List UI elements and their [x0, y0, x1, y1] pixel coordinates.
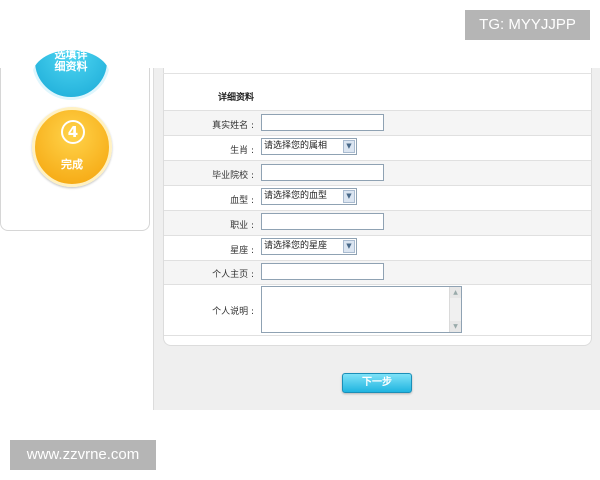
- step-3-badge: 选填详 细资料: [32, 50, 110, 102]
- blood-type-selected: 请选择您的血型: [264, 191, 328, 201]
- label-constellation: 星座: [164, 243, 254, 256]
- arrow-down-icon[interactable]: ▼: [450, 321, 461, 332]
- chevron-down-icon[interactable]: ▼: [343, 190, 355, 203]
- step-4-badge: 4 完成: [32, 107, 112, 187]
- label-real-name: 真实姓名: [164, 118, 254, 131]
- row-constellation: 星座: [164, 235, 591, 260]
- row-blood-type: 血型: [164, 185, 591, 210]
- constellation-selected: 请选择您的星座: [264, 241, 328, 251]
- label-bio: 个人说明: [164, 304, 254, 317]
- section-title: 详细资料: [218, 93, 255, 103]
- school-input[interactable]: [261, 164, 384, 181]
- arrow-up-icon[interactable]: ▲: [450, 287, 461, 298]
- constellation-select[interactable]: 请选择您的星座 ▼: [261, 238, 357, 255]
- watermark-bottom: www.zzvrne.com: [10, 440, 156, 470]
- watermark-top: TG: MYYJJPP: [465, 10, 590, 40]
- zodiac-select[interactable]: 请选择您的属相 ▼: [261, 138, 357, 155]
- step-4-label: 完成: [61, 158, 83, 171]
- chevron-down-icon[interactable]: ▼: [343, 140, 355, 153]
- bio-textarea[interactable]: ▲ ▼: [261, 286, 462, 333]
- zodiac-selected: 请选择您的属相: [264, 141, 328, 151]
- real-name-input[interactable]: [261, 114, 384, 131]
- label-blood-type: 血型: [164, 193, 254, 206]
- next-step-button[interactable]: 下一步: [342, 373, 412, 393]
- textarea-scrollbar[interactable]: ▲ ▼: [449, 287, 461, 332]
- label-zodiac: 生肖: [164, 143, 254, 156]
- label-occupation: 职业: [164, 218, 254, 231]
- blood-type-select[interactable]: 请选择您的血型 ▼: [261, 188, 357, 205]
- occupation-input[interactable]: [261, 213, 384, 230]
- step-4-number: 4: [61, 120, 85, 144]
- label-homepage: 个人主页: [164, 267, 254, 280]
- homepage-input[interactable]: [261, 263, 384, 280]
- card-top-divider: [163, 73, 592, 74]
- chevron-down-icon[interactable]: ▼: [343, 240, 355, 253]
- step-3-line2: 细资料: [54, 60, 88, 73]
- label-school: 毕业院校: [164, 168, 254, 181]
- row-zodiac: 生肖: [164, 135, 591, 160]
